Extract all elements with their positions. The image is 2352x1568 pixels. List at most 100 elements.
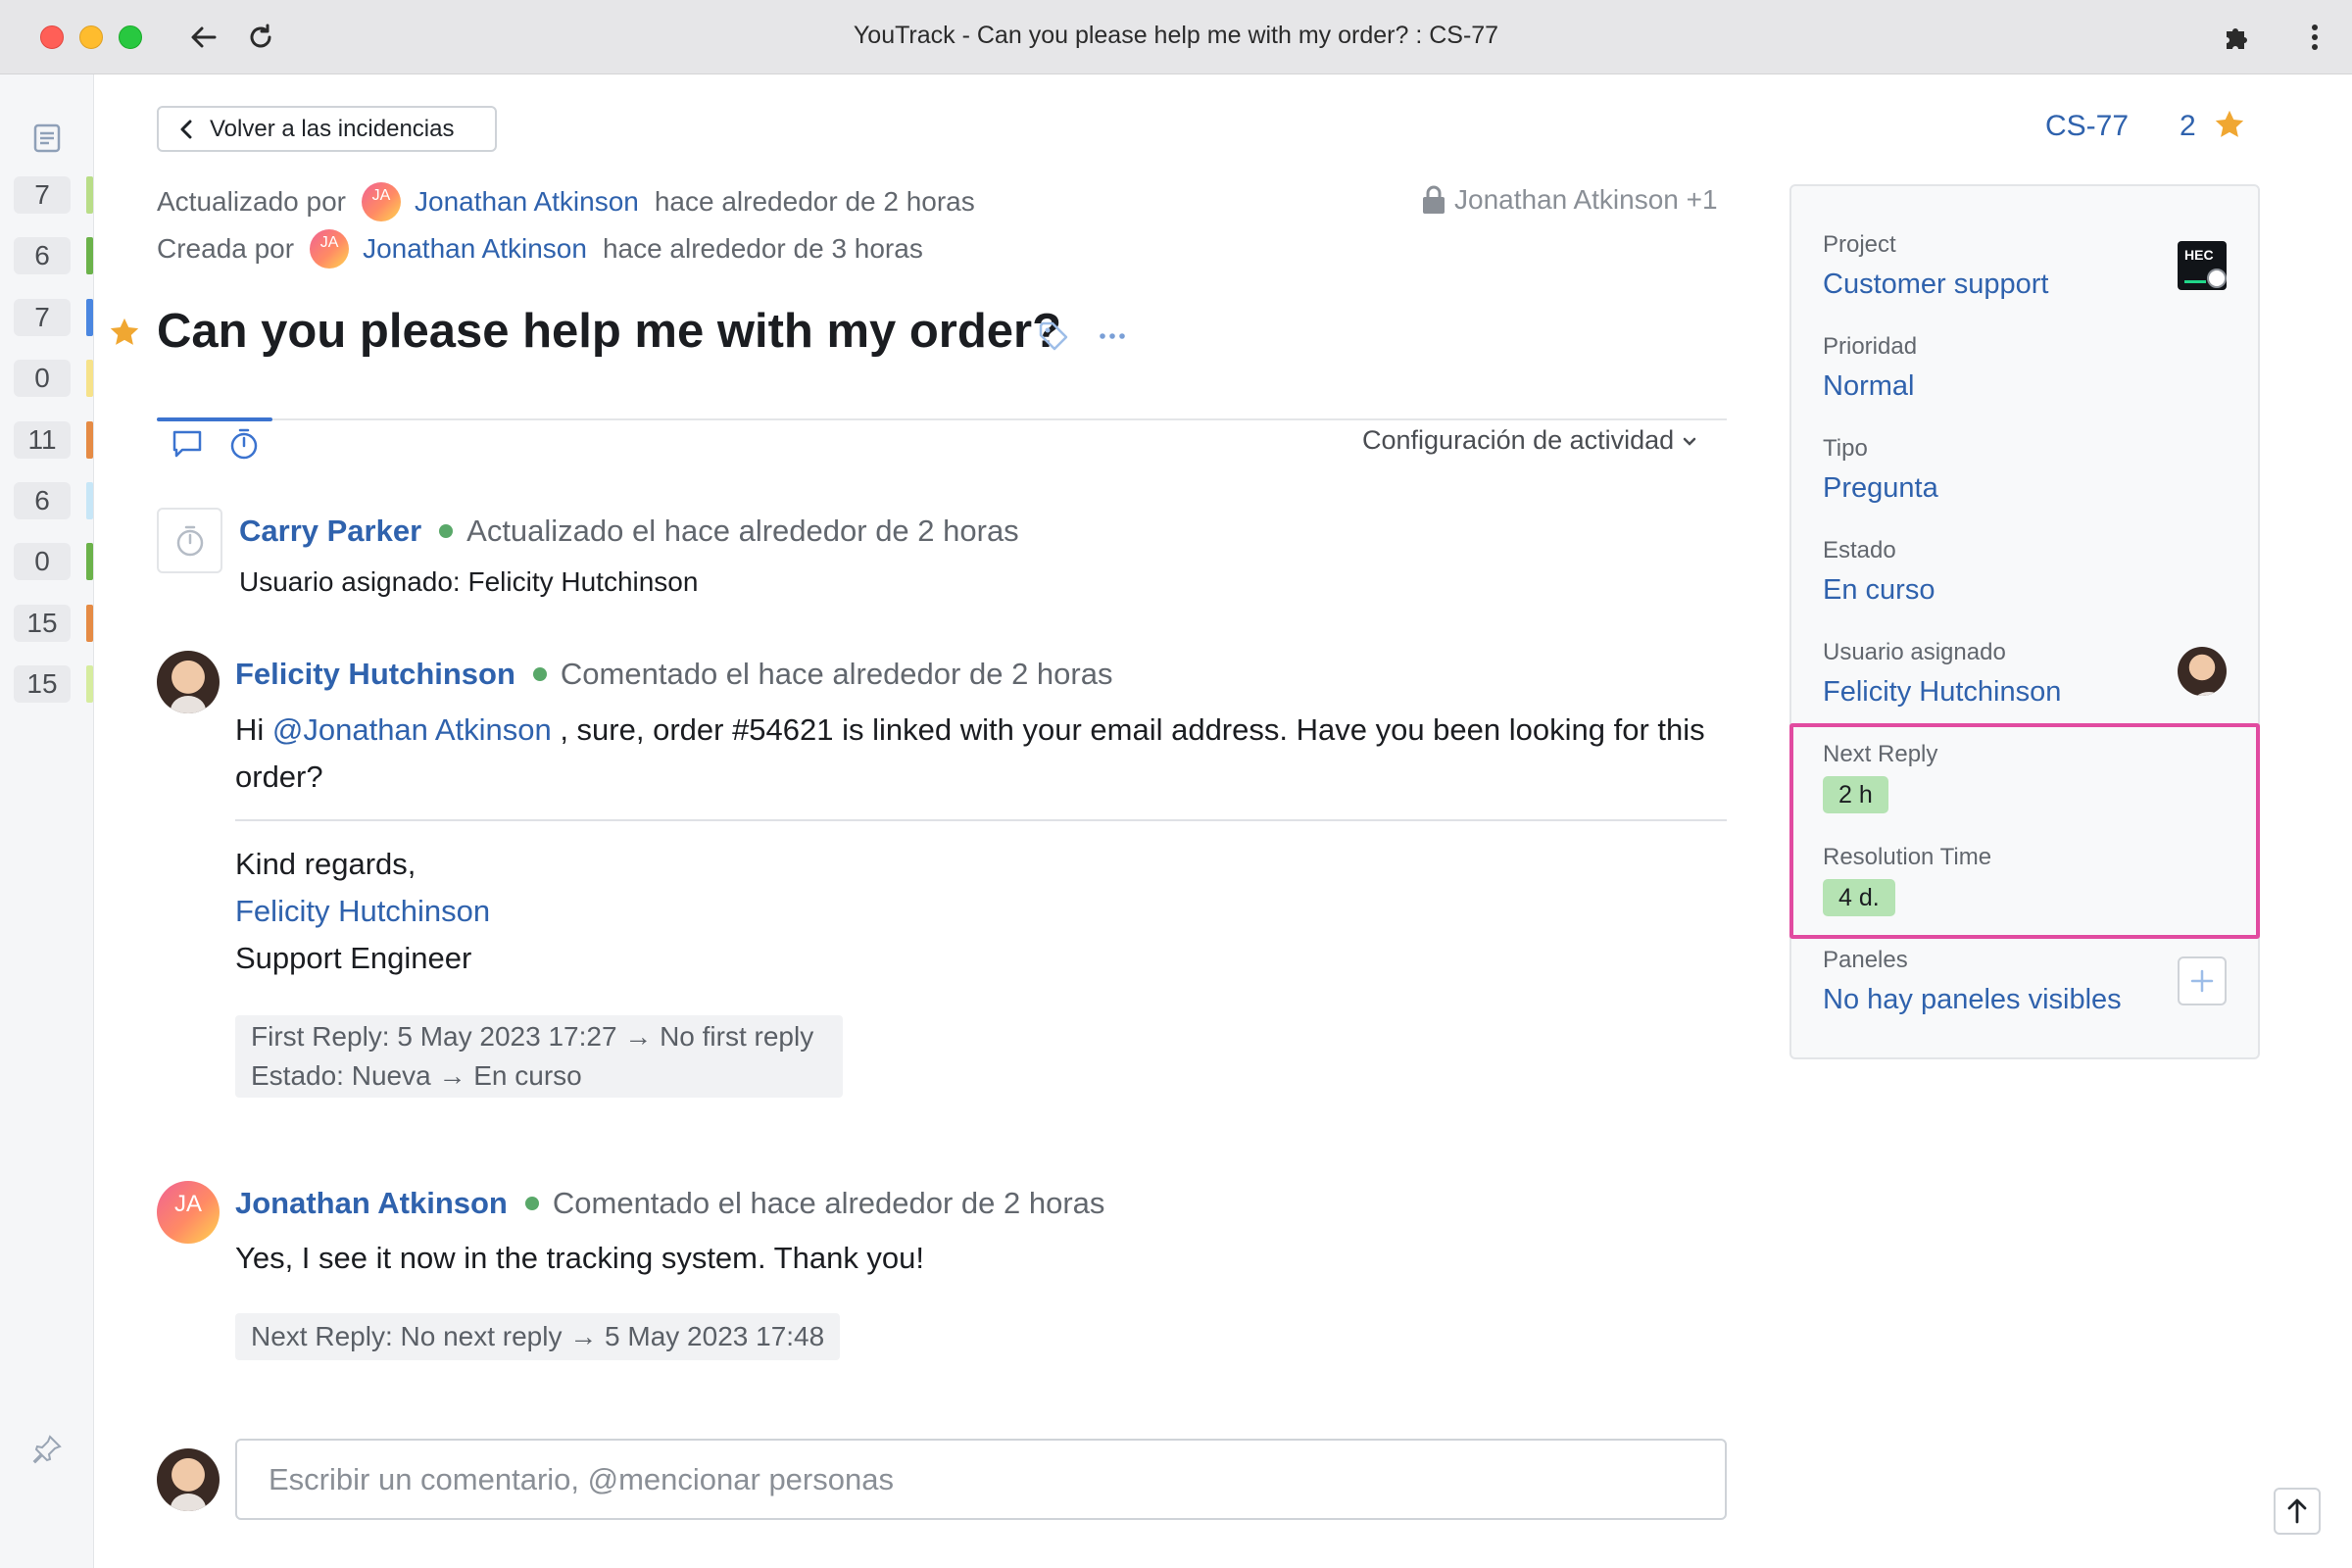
window-title: YouTrack - Can you please help me with m… xyxy=(853,22,1499,49)
updated-when: hace alrededor de 2 horas xyxy=(654,186,975,217)
project-value[interactable]: Customer support xyxy=(1823,269,2049,301)
counter-color-bar xyxy=(86,420,93,459)
assignee-value[interactable]: Felicity Hutchinson xyxy=(1823,676,2061,709)
activity-tabs-divider xyxy=(157,418,1727,420)
plus-icon xyxy=(2190,969,2214,993)
counter-color-bar xyxy=(86,360,93,398)
signature-role: Support Engineer xyxy=(235,941,472,975)
comment-timestamp: Comentado el hace alrededor de 2 horas xyxy=(552,1186,1105,1220)
counter-value: 15 xyxy=(14,604,71,642)
signature-greeting: Kind regards, xyxy=(235,847,416,881)
created-when: hace alrededor de 3 horas xyxy=(602,233,923,264)
state-value[interactable]: En curso xyxy=(1823,574,1935,607)
created-by-line: Creada por JA Jonathan Atkinson hace alr… xyxy=(157,229,923,269)
saved-search-counter[interactable]: 7 xyxy=(14,298,93,336)
counter-color-bar xyxy=(86,176,93,214)
comment-header: Jonathan Atkinson Comentado el hace alre… xyxy=(235,1186,1104,1221)
counter-value: 15 xyxy=(14,665,71,704)
counter-color-bar xyxy=(86,237,93,275)
comment-body: Hi @Jonathan Atkinson , sure, order #546… xyxy=(235,707,1735,801)
saved-search-counter[interactable]: 7 xyxy=(14,176,93,214)
avatar xyxy=(2178,647,2227,696)
priority-value[interactable]: Normal xyxy=(1823,370,1914,403)
add-panel-button[interactable] xyxy=(2178,956,2227,1005)
issue-id-link[interactable]: CS-77 xyxy=(2045,110,2129,143)
panels-label: Paneles xyxy=(1823,947,1908,973)
counter-color-bar xyxy=(86,298,93,336)
comment-input[interactable]: Escribir un comentario, @mencionar perso… xyxy=(235,1439,1727,1520)
next-reply-change: Next Reply: No next reply → 5 May 2023 1… xyxy=(235,1313,841,1360)
counter-value: 0 xyxy=(14,360,71,398)
counter-color-bar xyxy=(86,543,93,581)
event-header: Carry Parker Actualizado el hace alreded… xyxy=(239,514,1019,549)
created-by-user-link[interactable]: Jonathan Atkinson xyxy=(363,233,587,265)
field-changes-box: First Reply: 5 May 2023 17:27 → No first… xyxy=(235,1015,843,1098)
comment-author-link[interactable]: Felicity Hutchinson xyxy=(235,657,515,692)
lock-icon xyxy=(1423,185,1445,214)
avatar xyxy=(157,651,220,713)
type-label: Tipo xyxy=(1823,435,1868,462)
state-change: Estado: Nueva → En curso xyxy=(251,1060,582,1091)
browser-menu-icon[interactable] xyxy=(2297,20,2332,55)
priority-label: Prioridad xyxy=(1823,333,1918,360)
star-icon[interactable] xyxy=(2213,108,2246,141)
timer-tab-icon[interactable] xyxy=(227,427,261,461)
saved-search-counter[interactable]: 15 xyxy=(14,665,93,704)
star-icon[interactable] xyxy=(108,316,141,349)
project-logo-icon: HEC xyxy=(2178,241,2227,290)
type-value[interactable]: Pregunta xyxy=(1823,472,1938,505)
browser-titlebar: YouTrack - Can you please help me with m… xyxy=(0,0,2352,74)
more-options-icon[interactable] xyxy=(1096,319,1129,353)
created-by-label: Creada por xyxy=(157,233,295,264)
saved-search-counter[interactable]: 6 xyxy=(14,482,93,519)
comments-tab-icon[interactable] xyxy=(171,427,204,461)
counter-value: 11 xyxy=(14,420,71,459)
online-status-dot xyxy=(532,667,547,681)
pin-icon[interactable] xyxy=(30,1433,64,1466)
chevron-down-icon xyxy=(1683,437,1696,446)
project-label: Project xyxy=(1823,231,1896,258)
signature-name-link[interactable]: Felicity Hutchinson xyxy=(235,888,490,935)
comment-author-link[interactable]: Jonathan Atkinson xyxy=(235,1186,508,1221)
comment-text-prefix: Hi xyxy=(235,712,272,747)
active-tab-indicator xyxy=(157,417,272,421)
issue-title: Can you please help me with my order? xyxy=(157,305,1062,358)
event-timestamp: Actualizado el hace alrededor de 2 horas xyxy=(466,514,1019,548)
online-status-dot xyxy=(439,524,454,538)
saved-search-counter[interactable]: 0 xyxy=(14,543,93,581)
comment-body: Yes, I see it now in the tracking system… xyxy=(235,1241,925,1275)
tag-icon[interactable] xyxy=(1037,319,1070,353)
chevron-left-icon xyxy=(180,120,192,138)
panels-value[interactable]: No hay paneles visibles xyxy=(1823,984,2122,1016)
event-timer-icon xyxy=(157,508,222,573)
visibility-button[interactable]: Jonathan Atkinson +1 xyxy=(1421,184,1718,216)
avatar: JA xyxy=(362,182,402,221)
avatar: JA xyxy=(157,1181,220,1244)
star-count[interactable]: 2 xyxy=(2180,110,2196,143)
visibility-label: Jonathan Atkinson +1 xyxy=(1454,184,1718,215)
counter-value: 0 xyxy=(14,543,71,581)
online-status-dot xyxy=(524,1197,539,1210)
counter-value: 7 xyxy=(14,298,71,336)
back-to-issues-button[interactable]: Volver a las incidencias xyxy=(157,106,497,152)
updated-by-user-link[interactable]: Jonathan Atkinson xyxy=(415,186,639,218)
mention-link[interactable]: @Jonathan Atkinson xyxy=(272,712,552,747)
avatar: JA xyxy=(310,229,350,269)
activity-settings-dropdown[interactable]: Configuración de actividad xyxy=(1362,425,1697,456)
saved-search-counter[interactable]: 0 xyxy=(14,360,93,398)
updated-by-label: Actualizado por xyxy=(157,186,347,217)
scroll-to-top-button[interactable] xyxy=(2274,1488,2321,1535)
avatar xyxy=(157,1448,220,1511)
counter-value: 6 xyxy=(14,237,71,275)
project-logo-text: HEC xyxy=(2184,247,2214,263)
saved-search-counter[interactable]: 15 xyxy=(14,604,93,642)
extensions-puzzle-icon[interactable] xyxy=(2219,20,2254,55)
saved-search-counter[interactable]: 11 xyxy=(14,420,93,459)
updated-by-line: Actualizado por JA Jonathan Atkinson hac… xyxy=(157,182,975,221)
state-label: Estado xyxy=(1823,537,1896,564)
first-reply-change: First Reply: 5 May 2023 17:27 → No first… xyxy=(251,1021,814,1052)
event-author-link[interactable]: Carry Parker xyxy=(239,514,421,549)
document-list-icon[interactable] xyxy=(30,122,64,155)
saved-search-counter[interactable]: 6 xyxy=(14,237,93,275)
back-label: Volver a las incidencias xyxy=(210,115,455,142)
